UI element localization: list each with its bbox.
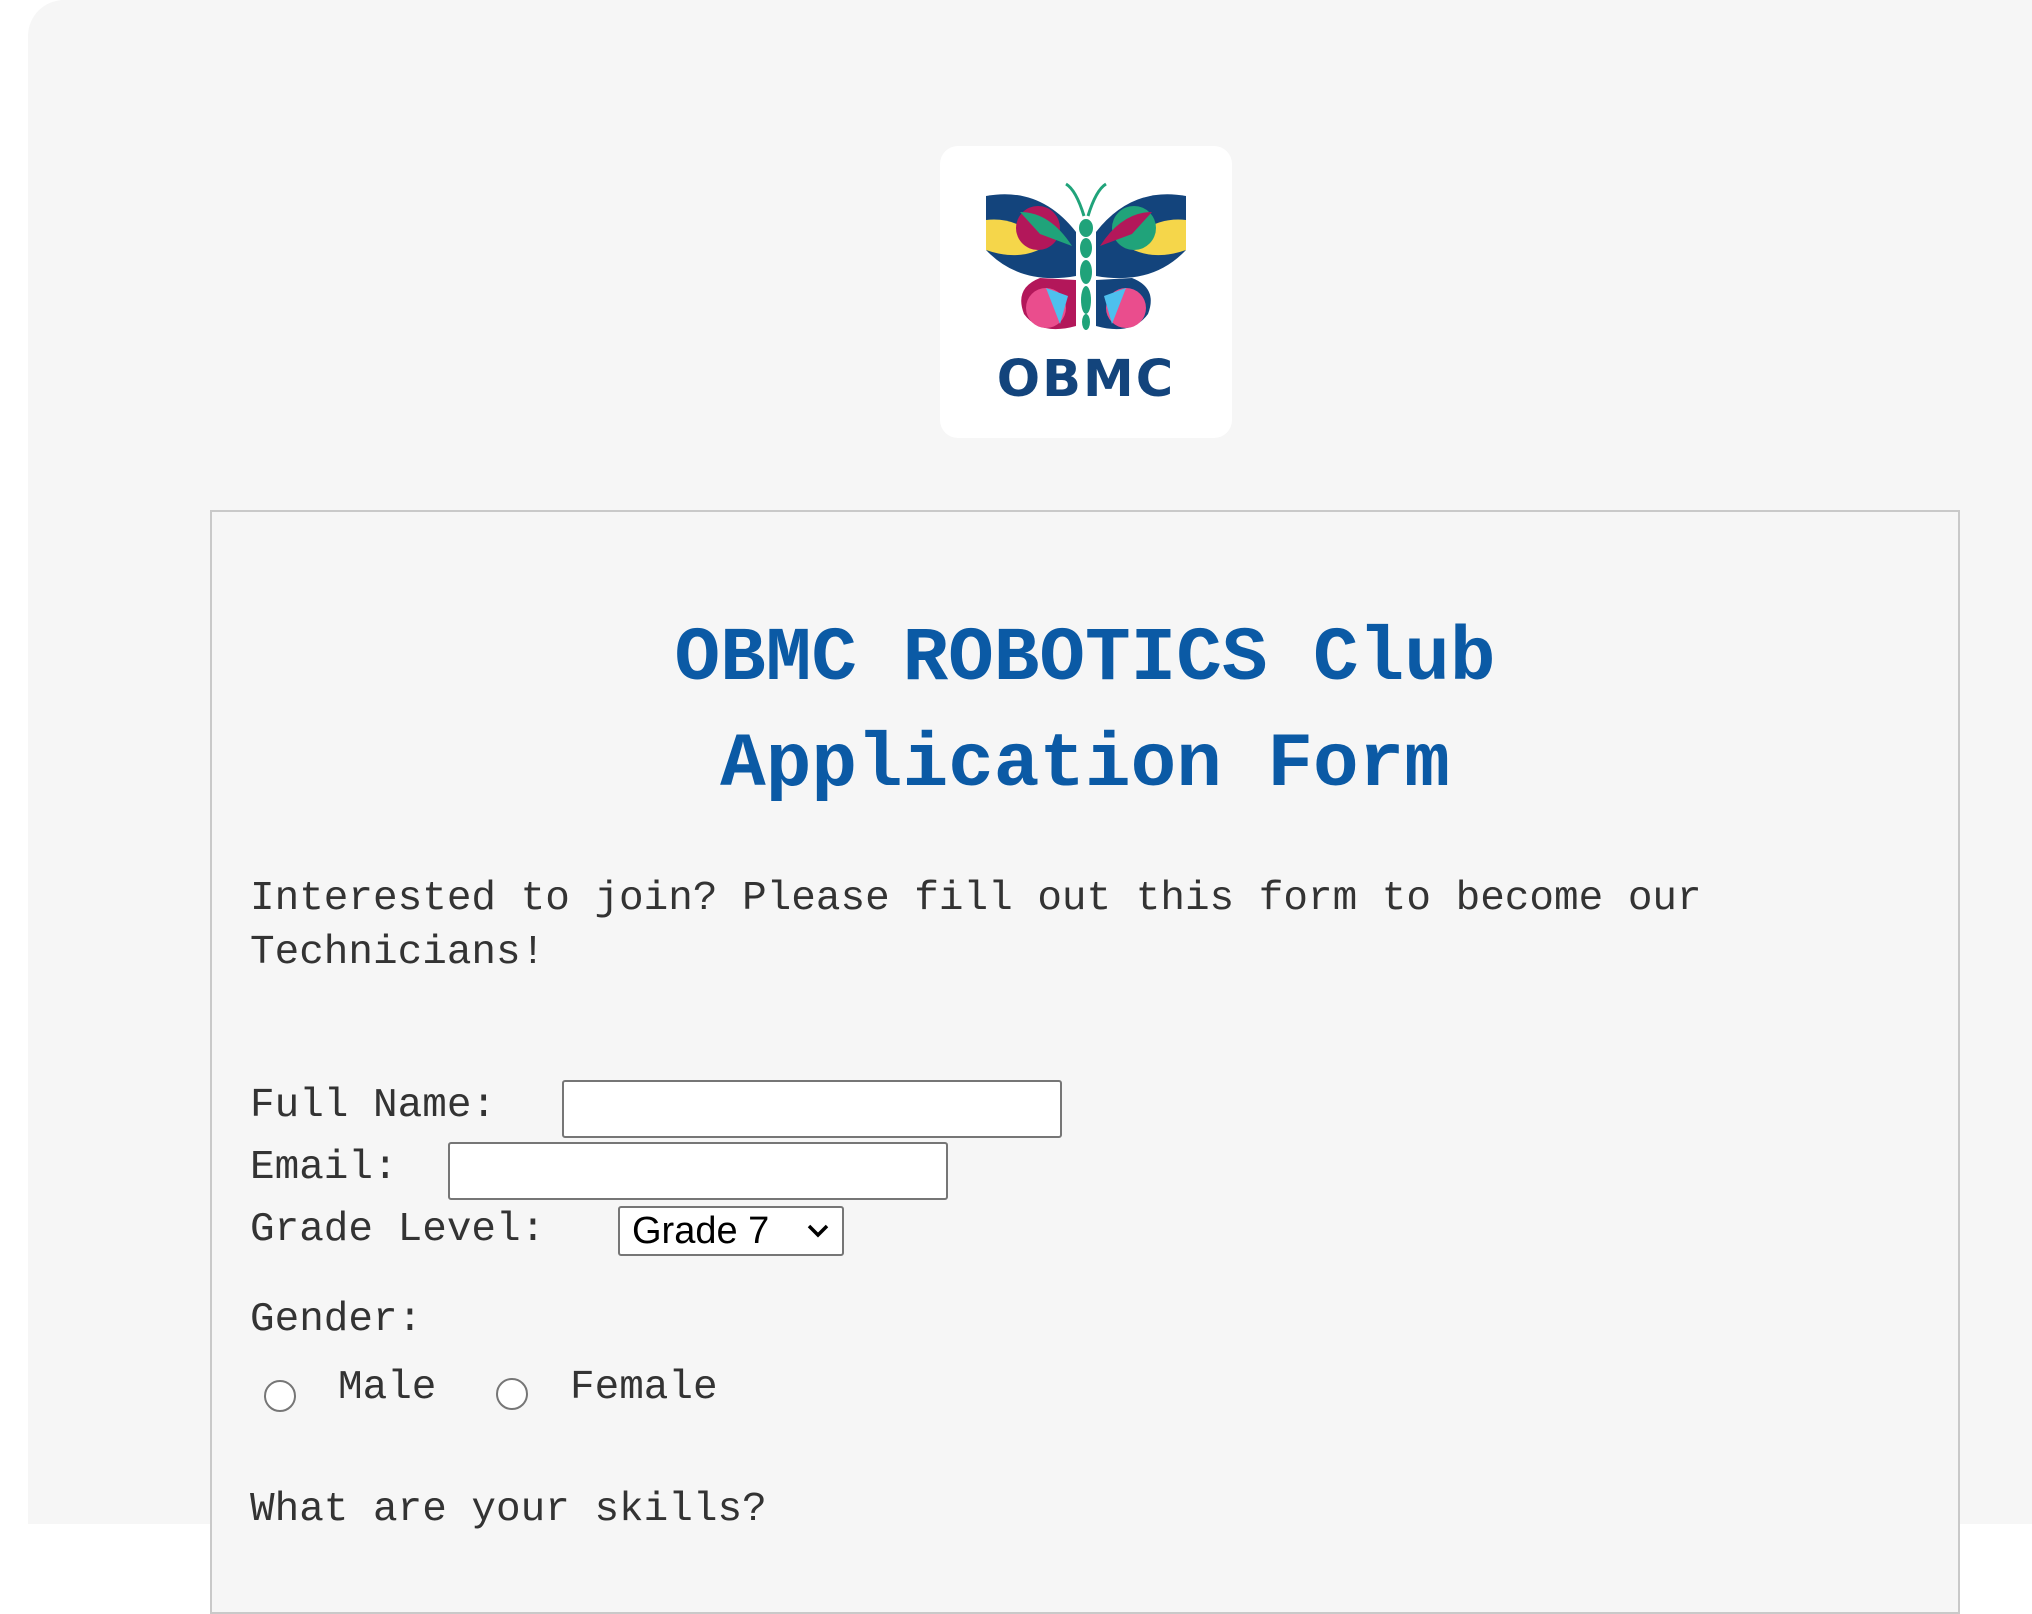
email-input[interactable] <box>448 1142 948 1200</box>
grade-level-selected: Grade 7 <box>632 1210 770 1252</box>
full-name-input[interactable] <box>562 1080 1062 1138</box>
club-logo: OBMC <box>940 146 1232 438</box>
page-background: OBMC OBMC ROBOTICS Club Application Form… <box>28 0 2032 1614</box>
logo-text: OBMC <box>996 350 1176 409</box>
butterfly-icon <box>986 182 1186 330</box>
grade-level-select[interactable]: Grade 7 <box>618 1206 844 1256</box>
full-name-label: Full Name: <box>250 1083 497 1129</box>
gender-female-label: Female <box>570 1365 718 1411</box>
gender-female-radio[interactable] <box>496 1378 528 1410</box>
grade-level-label: Grade Level: <box>250 1207 546 1253</box>
gender-male-radio[interactable] <box>264 1380 296 1412</box>
skills-question: What are your skills? <box>250 1487 767 1533</box>
form-title: OBMC ROBOTICS Club Application Form <box>212 606 1958 818</box>
chevron-down-icon <box>807 1224 829 1238</box>
application-form: OBMC ROBOTICS Club Application Form Inte… <box>210 510 1960 1614</box>
form-title-line1: OBMC ROBOTICS Club <box>674 616 1496 702</box>
email-label: Email: <box>250 1145 398 1191</box>
gender-male-label: Male <box>338 1365 437 1411</box>
form-intro: Interested to join? Please fill out this… <box>250 876 1702 976</box>
form-title-line2: Application Form <box>720 722 1450 808</box>
gender-label: Gender: <box>250 1297 423 1343</box>
